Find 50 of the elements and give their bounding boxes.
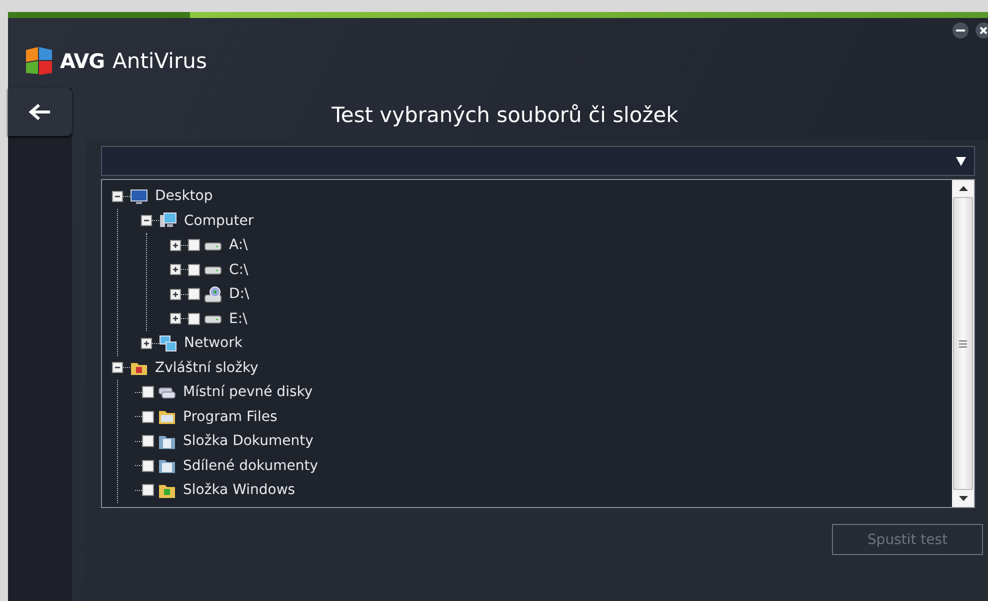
- back-arrow-icon: [28, 103, 52, 121]
- checkbox[interactable]: [188, 312, 200, 325]
- collapse-toggle-icon[interactable]: [112, 362, 123, 374]
- tree-item[interactable]: E:\: [229, 310, 248, 327]
- computer-icon: [159, 212, 177, 230]
- collapse-toggle-icon[interactable]: [141, 215, 152, 226]
- checkbox[interactable]: [188, 288, 200, 300]
- app-name: AntiVirus: [112, 49, 207, 73]
- grip-icon: [959, 340, 967, 348]
- folder-icon: [158, 408, 176, 426]
- tree-item[interactable]: Místní pevné disky: [183, 384, 313, 400]
- tree-item[interactable]: Složka Dokumenty: [183, 433, 314, 450]
- network-icon: [159, 334, 177, 352]
- checkbox[interactable]: [188, 264, 200, 276]
- logo-icon: [24, 46, 54, 76]
- page-title: Test vybraných souborů či složek: [330, 102, 680, 129]
- checkbox[interactable]: [142, 435, 154, 448]
- expand-toggle-icon[interactable]: [170, 264, 181, 276]
- scrollbar-thumb[interactable]: [953, 197, 973, 490]
- expand-toggle-icon[interactable]: [170, 313, 181, 324]
- tree-item[interactable]: C:\: [229, 262, 248, 278]
- monitor-icon: [130, 188, 148, 205]
- tree-item[interactable]: Sdílené dokumenty: [183, 458, 318, 474]
- checkbox[interactable]: [142, 484, 154, 496]
- dropdown-caret-icon: [956, 156, 966, 166]
- tree-item[interactable]: Zvláštní složky: [155, 360, 258, 376]
- tree-item[interactable]: Computer: [184, 212, 254, 229]
- checkbox[interactable]: [142, 386, 154, 398]
- checkbox[interactable]: [142, 460, 154, 472]
- logo-text: AVG: [60, 49, 105, 73]
- documents-folder-icon: [158, 457, 176, 474]
- collapse-toggle-icon[interactable]: [112, 190, 123, 202]
- expand-toggle-icon[interactable]: [170, 240, 181, 251]
- minimize-icon[interactable]: [952, 22, 969, 39]
- tree-item[interactable]: Program Files: [183, 408, 278, 425]
- tree-item[interactable]: D:\: [229, 286, 250, 302]
- expand-toggle-icon[interactable]: [141, 338, 152, 349]
- tree-item[interactable]: Network: [184, 335, 242, 352]
- disc-drive-icon: [204, 286, 222, 303]
- checkbox[interactable]: [142, 410, 154, 423]
- tree-item[interactable]: A:\: [229, 237, 248, 254]
- close-icon[interactable]: [975, 22, 988, 39]
- back-button[interactable]: [8, 88, 72, 136]
- expand-toggle-icon[interactable]: [170, 288, 181, 300]
- scroll-down-icon[interactable]: [958, 496, 968, 501]
- scroll-up-icon[interactable]: [958, 186, 968, 191]
- tree-item[interactable]: Složka Windows: [183, 482, 296, 498]
- checkbox[interactable]: [188, 239, 200, 252]
- scrollbar[interactable]: [952, 180, 974, 507]
- tree-item[interactable]: Desktop: [155, 188, 213, 204]
